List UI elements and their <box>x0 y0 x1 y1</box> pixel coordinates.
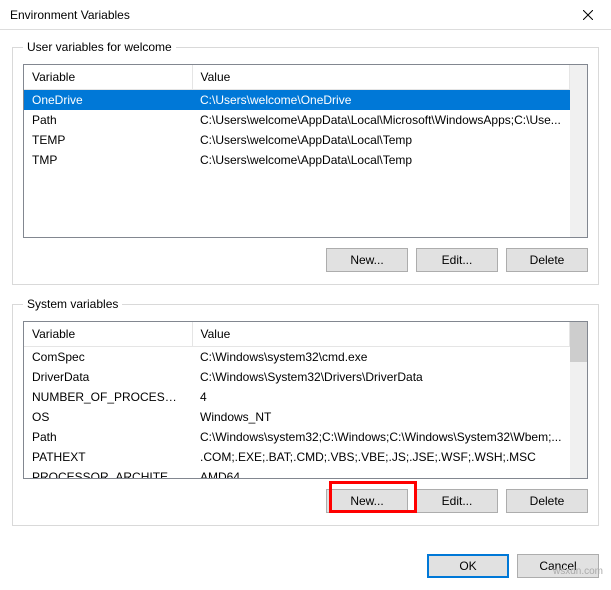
table-row[interactable]: TMP C:\Users\welcome\AppData\Local\Temp <box>24 150 570 170</box>
user-variables-table[interactable]: Variable Value OneDrive C:\Users\welcome… <box>24 65 570 170</box>
var-name: TEMP <box>24 130 192 150</box>
var-value: C:\Users\welcome\AppData\Local\Temp <box>192 130 570 150</box>
scrollbar-thumb[interactable] <box>570 322 587 362</box>
var-value: C:\Windows\System32\Drivers\DriverData <box>192 367 570 387</box>
user-button-row: New... Edit... Delete <box>23 248 588 272</box>
var-name: TMP <box>24 150 192 170</box>
table-row[interactable]: PATHEXT .COM;.EXE;.BAT;.CMD;.VBS;.VBE;.J… <box>24 447 570 467</box>
var-value: C:\Windows\system32\cmd.exe <box>192 346 570 367</box>
system-variables-group: System variables Variable Value ComSpec … <box>12 297 599 526</box>
var-name: PATHEXT <box>24 447 192 467</box>
var-value: 4 <box>192 387 570 407</box>
var-name: OneDrive <box>24 89 192 110</box>
var-value: Windows_NT <box>192 407 570 427</box>
user-new-button[interactable]: New... <box>326 248 408 272</box>
var-name: NUMBER_OF_PROCESSORS <box>24 387 192 407</box>
table-row[interactable]: DriverData C:\Windows\System32\Drivers\D… <box>24 367 570 387</box>
window-title: Environment Variables <box>10 8 565 22</box>
user-edit-button[interactable]: Edit... <box>416 248 498 272</box>
titlebar: Environment Variables <box>0 0 611 30</box>
table-row[interactable]: TEMP C:\Users\welcome\AppData\Local\Temp <box>24 130 570 150</box>
user-variables-group: User variables for welcome Variable Valu… <box>12 40 599 285</box>
table-row[interactable]: OS Windows_NT <box>24 407 570 427</box>
system-variables-table-container: Variable Value ComSpec C:\Windows\system… <box>23 321 588 479</box>
var-value: .COM;.EXE;.BAT;.CMD;.VBS;.VBE;.JS;.JSE;.… <box>192 447 570 467</box>
table-row[interactable]: NUMBER_OF_PROCESSORS 4 <box>24 387 570 407</box>
var-name: Path <box>24 427 192 447</box>
system-scrollbar[interactable] <box>570 322 587 478</box>
var-value: AMD64 <box>192 467 570 479</box>
var-value: C:\Users\welcome\OneDrive <box>192 89 570 110</box>
var-name: DriverData <box>24 367 192 387</box>
system-button-row: New... Edit... Delete <box>23 489 588 513</box>
user-delete-button[interactable]: Delete <box>506 248 588 272</box>
close-icon <box>583 10 593 20</box>
user-variables-table-container: Variable Value OneDrive C:\Users\welcome… <box>23 64 588 238</box>
system-delete-button[interactable]: Delete <box>506 489 588 513</box>
sys-col-variable[interactable]: Variable <box>24 322 192 346</box>
var-name: OS <box>24 407 192 427</box>
var-value: C:\Windows\system32;C:\Windows;C:\Window… <box>192 427 570 447</box>
dialog-content: User variables for welcome Variable Valu… <box>0 30 611 548</box>
system-variables-legend: System variables <box>23 297 122 311</box>
dialog-button-row: OK Cancel <box>0 548 611 590</box>
system-new-button[interactable]: New... <box>326 489 408 513</box>
watermark: wsxdn.com <box>553 566 603 577</box>
var-name: Path <box>24 110 192 130</box>
ok-button[interactable]: OK <box>427 554 509 578</box>
sys-col-value[interactable]: Value <box>192 322 570 346</box>
var-name: PROCESSOR_ARCHITECTURE <box>24 467 192 479</box>
table-row[interactable]: ComSpec C:\Windows\system32\cmd.exe <box>24 346 570 367</box>
table-row[interactable]: PROCESSOR_ARCHITECTURE AMD64 <box>24 467 570 479</box>
table-row[interactable]: Path C:\Windows\system32;C:\Windows;C:\W… <box>24 427 570 447</box>
system-variables-table[interactable]: Variable Value ComSpec C:\Windows\system… <box>24 322 570 478</box>
user-scrollbar[interactable] <box>570 65 587 237</box>
user-variables-legend: User variables for welcome <box>23 40 176 54</box>
close-button[interactable] <box>565 0 611 30</box>
var-name: ComSpec <box>24 346 192 367</box>
user-col-value[interactable]: Value <box>192 65 570 89</box>
user-col-variable[interactable]: Variable <box>24 65 192 89</box>
var-value: C:\Users\welcome\AppData\Local\Microsoft… <box>192 110 570 130</box>
var-value: C:\Users\welcome\AppData\Local\Temp <box>192 150 570 170</box>
system-edit-button[interactable]: Edit... <box>416 489 498 513</box>
table-row[interactable]: Path C:\Users\welcome\AppData\Local\Micr… <box>24 110 570 130</box>
table-row[interactable]: OneDrive C:\Users\welcome\OneDrive <box>24 89 570 110</box>
